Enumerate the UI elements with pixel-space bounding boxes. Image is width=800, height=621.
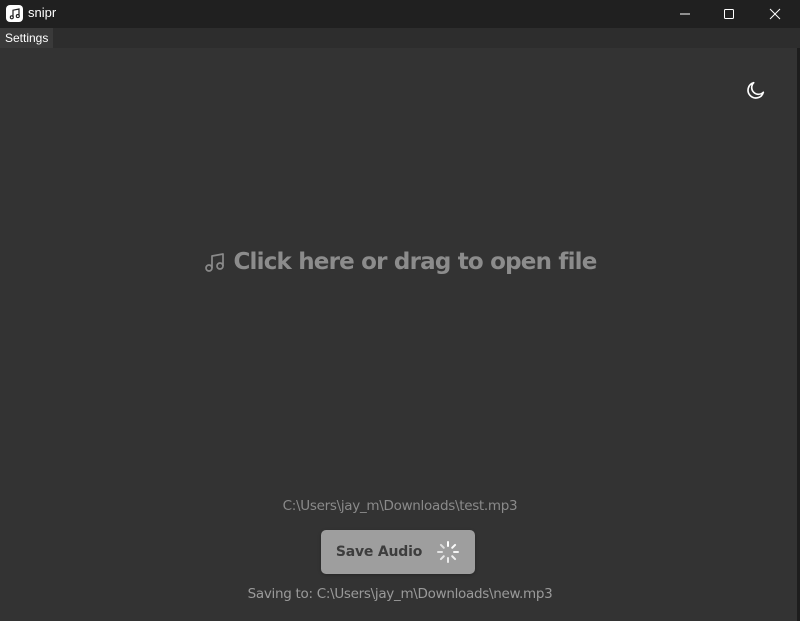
app-window: snipr Settings Click here or drag to ope… <box>0 0 800 621</box>
moon-icon <box>747 81 765 99</box>
close-button[interactable] <box>752 0 798 28</box>
maximize-icon <box>724 9 734 19</box>
save-button-label: Save Audio <box>335 544 423 560</box>
spinner-icon <box>437 541 460 563</box>
music-note-icon <box>205 253 225 272</box>
title-bar[interactable]: snipr <box>0 0 800 28</box>
save-audio-button[interactable]: Save Audio <box>321 530 475 574</box>
window-title: snipr <box>28 5 57 20</box>
close-icon <box>769 8 781 20</box>
dropzone-label: Click here or drag to open file <box>233 249 597 275</box>
minimize-button[interactable] <box>662 0 708 28</box>
theme-toggle-button[interactable] <box>742 76 770 104</box>
maximize-button[interactable] <box>706 0 752 28</box>
menu-bar: Settings <box>0 28 800 48</box>
menu-item-settings[interactable]: Settings <box>0 28 54 48</box>
music-note-icon <box>6 5 23 22</box>
input-file-path: C:\Users\jay_m\Downloads\test.mp3 <box>282 498 518 514</box>
open-file-dropzone[interactable]: Click here or drag to open file <box>200 240 600 284</box>
save-destination-path: Saving to: C:\Users\jay_m\Downloads\new.… <box>247 586 553 602</box>
minimize-icon <box>680 13 690 15</box>
